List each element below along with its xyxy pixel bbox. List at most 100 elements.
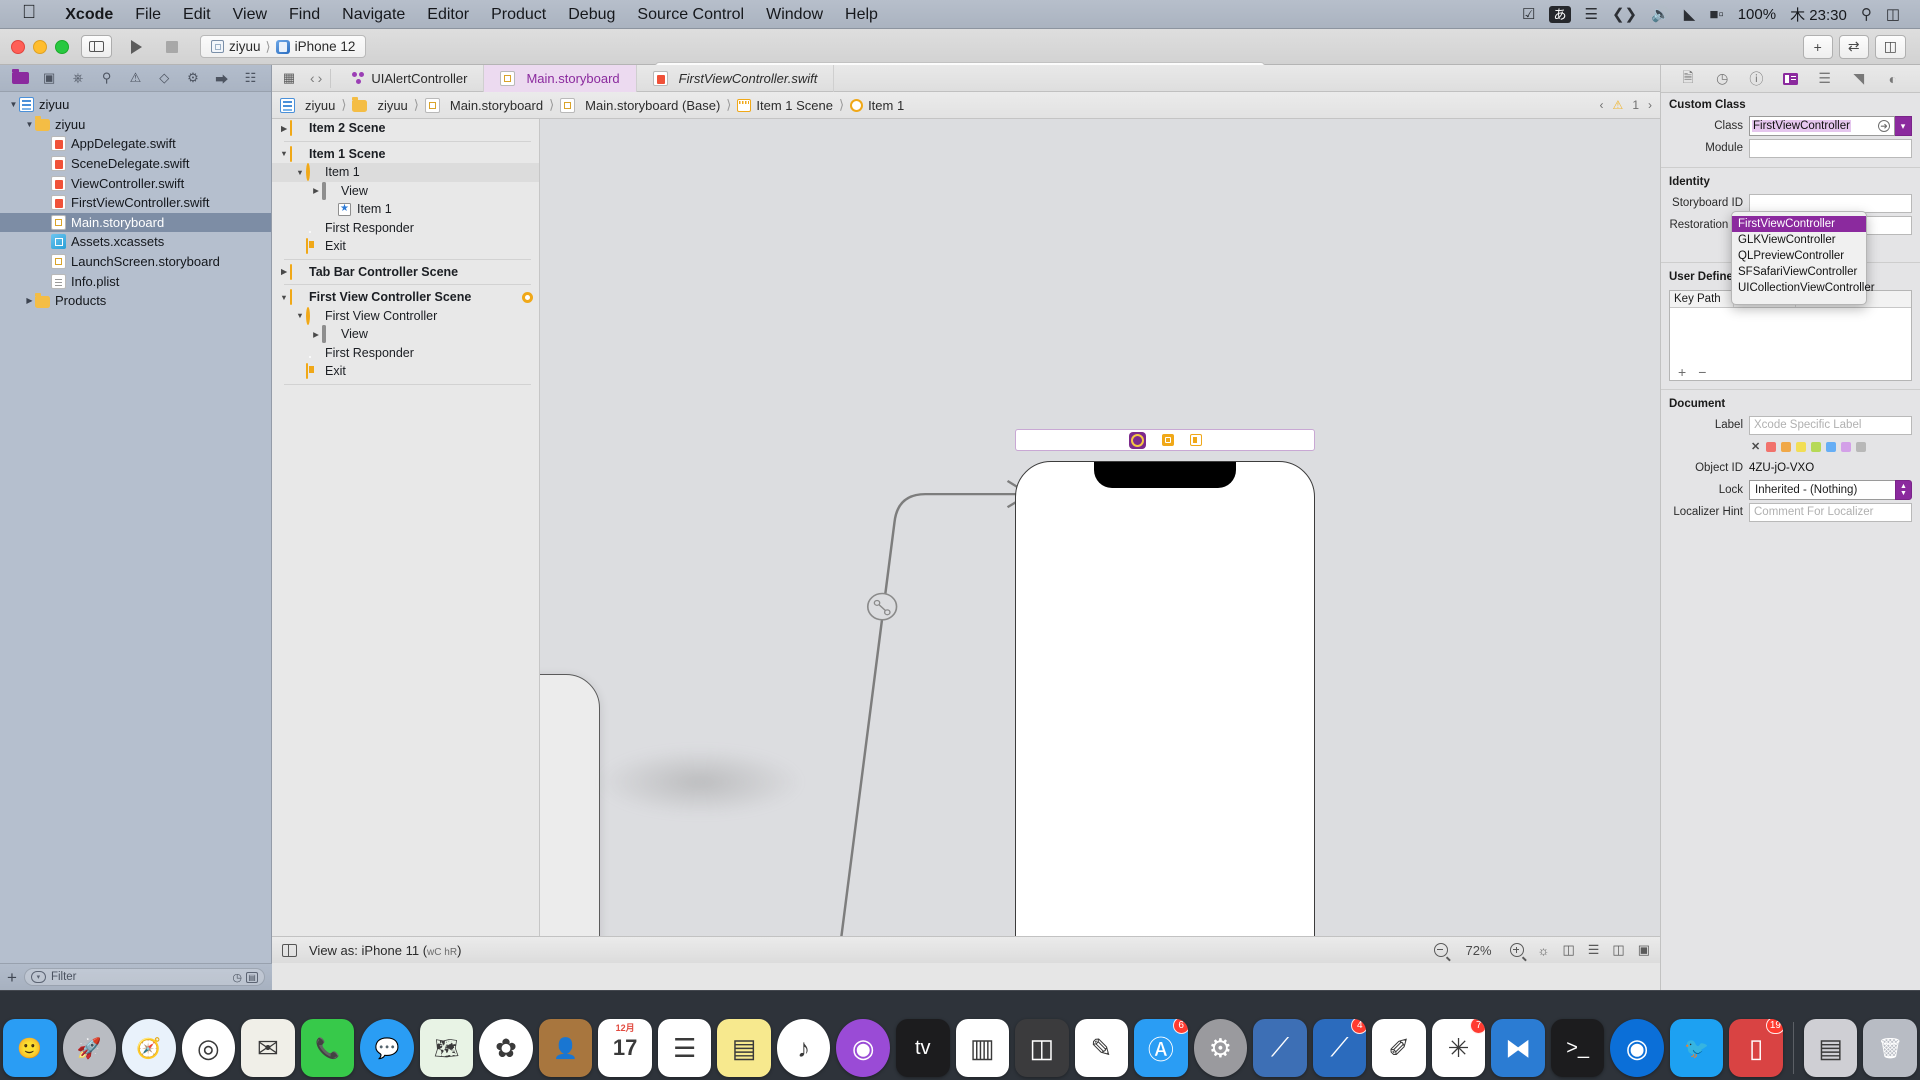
menu-xcode[interactable]: Xcode [54,0,124,29]
attributes-inspector-tab[interactable]: ☰ [1815,70,1835,88]
dock-item-pages[interactable]: ✎ [1074,1019,1129,1077]
add-file-button[interactable]: + [7,969,17,986]
menu-product[interactable]: Product [480,0,557,29]
run-button[interactable] [131,39,142,54]
file-inspector-tab[interactable]: 🗎 [1678,69,1698,88]
disclosure-closed-icon[interactable]: ▶ [24,296,35,305]
macos-dock[interactable]: 🙂 🚀 🧭 ◎ ✉ 📞 💬 🗺 ✿ 👤 17 12月 ☰ ▤ ♪ ◉ tv ▥ ◫ ✎ Ⓐ 6 ⚙ ⟋ ⟋ 4 ✐ ✳ 7 ⧓ >_ ◉ 🐦 ▯ 1… [0,990,1920,1080]
outline-item-exit[interactable]: ▶Exit [272,362,539,381]
scheme-name[interactable]: ziyuu [229,39,261,54]
clock[interactable]: 木 23:30 [1790,4,1847,25]
dock-item-xcode-beta[interactable]: ⟋ [1253,1019,1307,1077]
class-combo-box[interactable]: FirstViewController ➜ ▾ [1749,116,1912,136]
clear-color-icon[interactable]: ✕ [1751,440,1760,453]
dock-item-podcasts[interactable]: ◉ [836,1019,890,1077]
find-navigator-tab[interactable]: ⚲ [96,69,118,87]
menu-edit[interactable]: Edit [172,0,222,29]
dock-item-xcode[interactable]: ⟋ 4 [1312,1019,1367,1077]
close-window-button[interactable] [11,39,25,54]
menu-navigate[interactable]: Navigate [331,0,416,29]
source-control-navigator-tab[interactable]: ▣ [38,69,60,87]
breadcrumb-item-project[interactable]: ziyuu [280,97,335,113]
zoom-level[interactable]: 72% [1462,943,1496,958]
menu-file[interactable]: File [124,0,172,29]
nav-item-firstviewcontroller-swift[interactable]: ▶FirstViewController.swift [0,193,271,213]
class-option-FirstViewController[interactable]: FirstViewController [1732,216,1866,232]
disclosure-open-icon[interactable]: ▼ [278,293,290,302]
remove-attribute-button[interactable]: − [1698,365,1706,379]
forward-button[interactable]: › [318,70,323,86]
lock-stepper-icon[interactable]: ▲ ▼ [1895,480,1912,500]
tab-firstviewcontroller-swift[interactable]: FirstViewController.swift [637,64,835,92]
toggle-document-outline-button[interactable] [282,943,297,957]
view-controller-icon[interactable] [1128,431,1146,449]
dock-item-music[interactable]: ♪ [776,1019,831,1077]
label-color-swatch-0[interactable] [1766,441,1777,452]
project-file-tree[interactable]: ▼ziyuu▼ziyuu▶AppDelegate.swift▶SceneDele… [0,92,271,990]
tab-uialertcontroller[interactable]: UIAlertController [335,64,485,92]
outline-item-tab-bar-controller-scene[interactable]: ▶ Tab Bar Controller Scene [272,263,539,282]
dock-item-maps[interactable]: 🗺 [419,1019,474,1077]
nav-item-scenedelegate-swift[interactable]: ▶SceneDelegate.swift [0,154,271,174]
disclosure-open-icon[interactable]: ▼ [294,311,306,320]
dock-item-numbers[interactable]: ▥ [955,1019,1010,1077]
outline-item-exit[interactable]: ▶Exit [272,237,539,256]
class-input[interactable]: FirstViewController ➜ [1749,116,1895,136]
disclosure-closed-icon[interactable]: ▶ [278,267,290,276]
source-control-filter-icon[interactable]: ▤ [246,971,258,983]
class-dropdown-menu[interactable]: FirstViewController GLKViewController QLPr… [1731,211,1875,305]
nav-item-appdelegate-swift[interactable]: ▶AppDelegate.swift [0,134,271,154]
code-icon[interactable]: ❮❯ [1612,5,1637,23]
issue-navigator-tab[interactable]: ⚠ [124,69,146,87]
menu-source-control[interactable]: Source Control [626,0,755,29]
dock-item-slack[interactable]: ✳ 7 [1431,1019,1486,1077]
nav-item-viewcontroller-swift[interactable]: ▶ViewController.swift [0,173,271,193]
label-color-swatch-6[interactable] [1856,441,1867,452]
quick-help-inspector-tab[interactable]: ⓘ [1746,70,1766,88]
add-attribute-button[interactable]: + [1678,365,1686,379]
breadcrumb-item-storyboard[interactable]: Main.storyboard [424,97,543,113]
connections-inspector-tab[interactable]: ◐ [1883,70,1903,88]
ime-icon[interactable]: あ [1549,5,1571,23]
checkmark-circle-icon[interactable]: ☑ [1522,5,1535,23]
tab-overview-icon[interactable]: ▦ [272,70,306,86]
bluetooth-icon[interactable]: ☰ [1585,5,1598,23]
apple-menu-icon[interactable]:  [22,2,36,24]
align-icon[interactable]: ☰ [1588,942,1600,958]
disclosure-closed-icon[interactable]: ▶ [278,124,290,133]
outline-item-item-2-scene[interactable]: ▶ Item 2 Scene [272,119,539,138]
label-color-swatches[interactable]: ✕ [1661,436,1920,457]
dock-item-launchpad[interactable]: 🚀 [62,1019,117,1077]
canvas-workspace[interactable]: Item 1 [540,119,1660,963]
navigator-filter-input[interactable]: ▾ Filter ◷ ▤ [23,968,265,986]
nav-item-assets-xcassets[interactable]: ▶Assets.xcassets [0,232,271,252]
dock-item-reminders[interactable]: ☰ [657,1019,712,1077]
menu-view[interactable]: View [222,0,278,29]
nav-item-main-storyboard[interactable]: ▶Main.storyboard [0,212,271,233]
control-center-icon[interactable]: ◫ [1886,5,1900,23]
dock-item-keynote[interactable]: ◫ [1015,1019,1069,1077]
add-button[interactable]: + [1802,34,1833,59]
dock-item-mail[interactable]: ✉ [241,1019,295,1077]
dock-item-finder[interactable]: 🙂 [3,1019,57,1077]
history-inspector-tab[interactable]: ◷ [1712,70,1732,88]
nav-item-products[interactable]: ▶ Products [0,291,271,311]
breadcrumb-item-viewcontroller[interactable]: Item 1 [850,98,904,113]
dock-item-system-preferences[interactable]: ⚙ [1193,1019,1248,1077]
volume-icon[interactable]: 🔊 [1651,5,1670,23]
outline-item-item-1-scene[interactable]: ▼ Item 1 Scene [272,145,539,164]
dock-item-safari[interactable]: 🧭 [122,1019,176,1077]
outline-item-view[interactable]: ▶ View [272,181,539,201]
dock-item-notes[interactable]: ▤ [717,1019,771,1077]
hierarchy-navigator-tab[interactable]: ⎈ [67,69,89,87]
outline-item-first-responder[interactable]: ▶First Responder [272,219,539,238]
dock-item-sourcetree[interactable]: ◉ [1610,1019,1664,1077]
add-constraints-icon[interactable]: ◫ [1612,942,1624,958]
label-color-swatch-1[interactable] [1781,441,1792,452]
menu-help[interactable]: Help [834,0,889,29]
module-input[interactable] [1749,138,1912,158]
dock-item-appletv[interactable]: tv [896,1019,950,1077]
scheme-destination-selector[interactable]: ziyuu ⟩ iPhone 12 [200,35,367,58]
scene-dock[interactable] [1015,429,1315,451]
lock-value[interactable]: Inherited - (Nothing) [1749,480,1895,500]
